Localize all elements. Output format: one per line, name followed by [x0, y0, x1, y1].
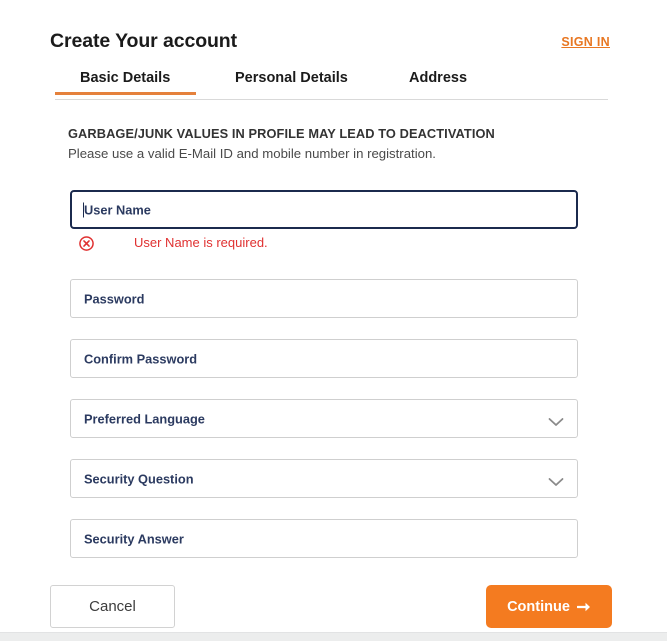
preferred-language-placeholder: Preferred Language	[84, 411, 205, 426]
username-error: User Name is required.	[70, 235, 578, 258]
security-answer-field[interactable]: Security Answer	[70, 519, 578, 558]
continue-button[interactable]: Continue	[486, 585, 612, 628]
notice-subtext: Please use a valid E-Mail ID and mobile …	[68, 146, 436, 161]
notice-heading: GARBAGE/JUNK VALUES IN PROFILE MAY LEAD …	[68, 126, 495, 141]
footer-strip	[0, 632, 667, 641]
security-answer-placeholder: Security Answer	[84, 531, 184, 546]
page-title: Create Your account	[50, 30, 238, 52]
confirm-password-placeholder: Confirm Password	[84, 351, 198, 366]
basic-details-form: User Name User Name is required. Passwor…	[70, 190, 578, 579]
page-header: Create Your account SIGN IN	[50, 30, 610, 62]
arrow-right-icon	[576, 601, 591, 613]
security-question-select[interactable]: Security Question	[70, 459, 578, 498]
circle-x-icon	[79, 236, 94, 251]
text-caret	[83, 202, 84, 217]
cancel-button[interactable]: Cancel	[50, 585, 175, 628]
tab-address[interactable]: Address	[409, 70, 467, 94]
tab-personal-details[interactable]: Personal Details	[235, 70, 348, 94]
username-error-text: User Name is required.	[134, 235, 268, 250]
confirm-password-field[interactable]: Confirm Password	[70, 339, 578, 378]
chevron-down-icon	[548, 414, 564, 426]
registration-page: Create Your account SIGN IN Basic Detail…	[0, 0, 667, 641]
password-field[interactable]: Password	[70, 279, 578, 318]
form-actions: Cancel Continue	[50, 585, 612, 629]
continue-button-label: Continue	[507, 598, 570, 615]
tab-bar: Basic Details Personal Details Address	[54, 70, 608, 100]
password-placeholder: Password	[84, 291, 145, 306]
notice-block: GARBAGE/JUNK VALUES IN PROFILE MAY LEAD …	[68, 126, 588, 161]
username-field[interactable]: User Name	[70, 190, 578, 229]
chevron-down-icon	[548, 474, 564, 486]
username-placeholder: User Name	[84, 202, 151, 217]
tab-basic-details[interactable]: Basic Details	[54, 70, 197, 95]
preferred-language-select[interactable]: Preferred Language	[70, 399, 578, 438]
security-question-placeholder: Security Question	[84, 471, 194, 486]
sign-in-link[interactable]: SIGN IN	[561, 35, 610, 49]
